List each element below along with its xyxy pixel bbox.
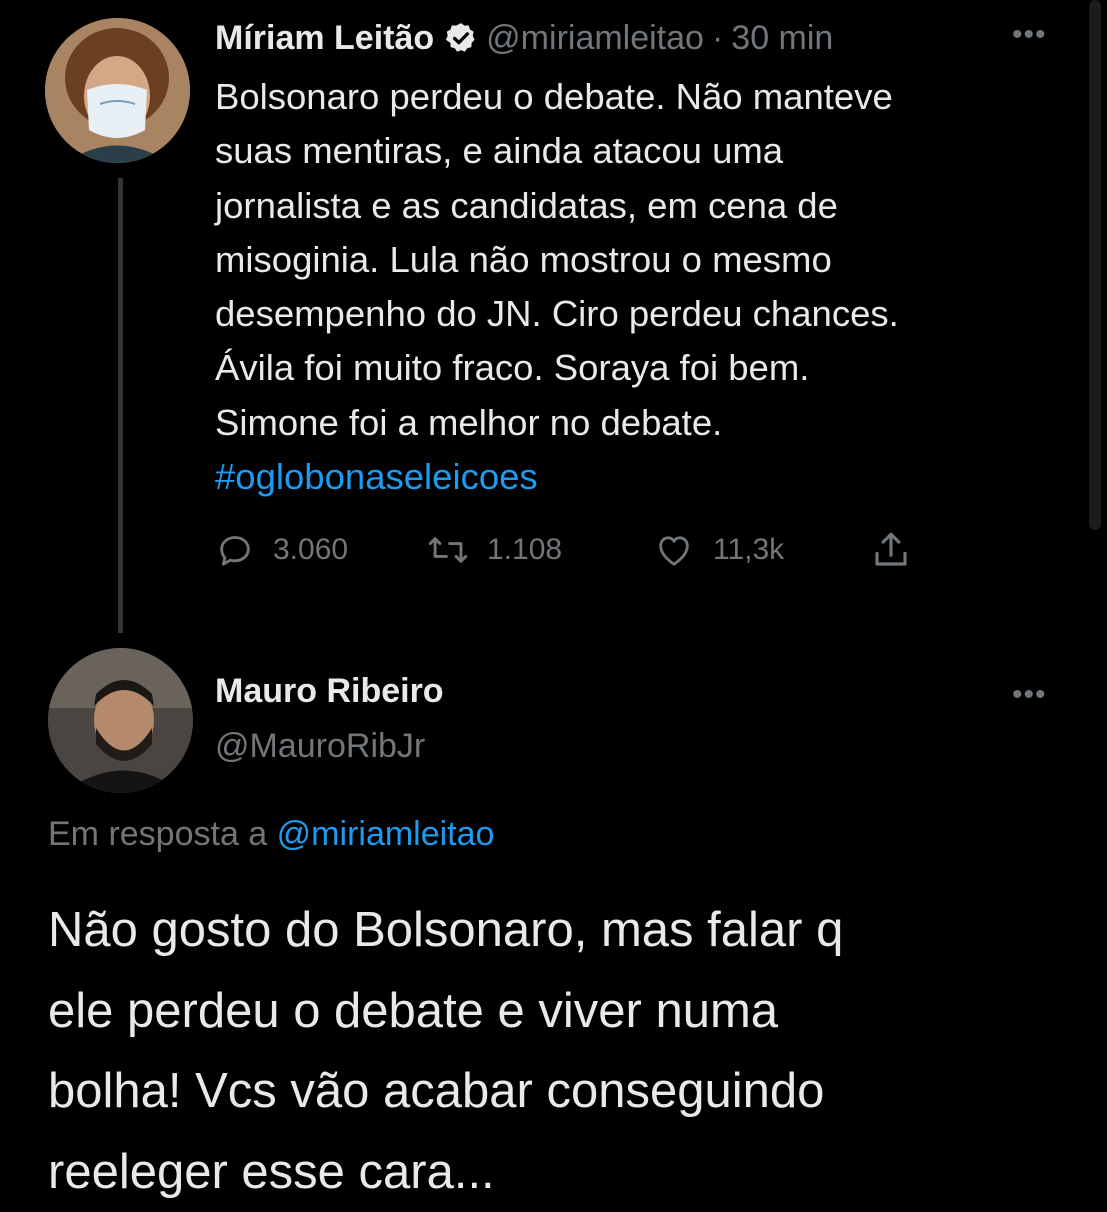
in-reply-to: Em resposta a @miriamleitao — [48, 815, 494, 854]
scrollbar[interactable] — [1089, 0, 1101, 530]
share-button[interactable] — [870, 525, 912, 575]
reply-text: Não gosto do Bolsonaro, mas falar q ele … — [48, 890, 1088, 1212]
avatar-mauro-image — [48, 648, 193, 793]
in-reply-prefix: Em resposta a — [48, 815, 267, 853]
reply-line: Não gosto do Bolsonaro, mas falar q — [48, 890, 1088, 971]
like-button[interactable]: 11,3k — [653, 525, 784, 575]
timestamp[interactable]: 30 min — [731, 19, 833, 58]
avatar-miriam[interactable] — [45, 18, 190, 163]
reply-author-name[interactable]: Mauro Ribeiro — [215, 672, 444, 711]
tweet-line: desempenho do JN. Ciro perdeu chances. — [215, 287, 1075, 341]
verified-badge-icon — [444, 21, 478, 55]
author-name[interactable]: Míriam Leitão — [215, 19, 434, 58]
tweet-line: Simone foi a melhor no debate. — [215, 396, 1075, 450]
hashtag-link[interactable]: #oglobonaseleicoes — [215, 450, 1075, 504]
tweet-actions: 3.060 1.108 11,3k — [215, 525, 935, 575]
reply-count: 3.060 — [273, 533, 348, 567]
avatar-miriam-image — [45, 18, 190, 163]
reply-line: ele perdeu o debate e viver numa — [48, 971, 1088, 1052]
reply-button[interactable]: 3.060 — [215, 525, 348, 575]
thread-line — [118, 178, 123, 633]
share-icon — [870, 528, 912, 572]
reply-icon — [215, 530, 255, 570]
author-handle[interactable]: @miriamleitao — [486, 19, 704, 58]
retweet-count: 1.108 — [487, 533, 562, 567]
tweet-line: Bolsonaro perdeu o debate. Não manteve — [215, 70, 1075, 124]
more-icon[interactable]: ••• — [1012, 678, 1047, 712]
reply-line: bolha! Vcs vão acabar conseguindo — [48, 1051, 1088, 1132]
more-icon[interactable]: ••• — [1012, 18, 1047, 52]
retweet-button[interactable]: 1.108 — [427, 525, 562, 575]
separator-dot: · — [712, 19, 723, 58]
in-reply-mention[interactable]: @miriamleitao — [277, 815, 495, 853]
tweet-header: Míriam Leitão @miriamleitao · 30 min — [215, 14, 833, 62]
tweet-line: misoginia. Lula não mostrou o mesmo — [215, 233, 1075, 287]
like-icon — [653, 530, 695, 570]
tweet-line: jornalista e as candidatas, em cena de — [215, 179, 1075, 233]
tweet-line: suas mentiras, e ainda atacou uma — [215, 124, 1075, 178]
avatar-mauro[interactable] — [48, 648, 193, 793]
retweet-icon — [427, 530, 469, 570]
reply-author-handle[interactable]: @MauroRibJr — [215, 727, 425, 766]
tweet-text: Bolsonaro perdeu o debate. Não manteve s… — [215, 70, 1075, 504]
like-count: 11,3k — [713, 533, 784, 567]
tweet-line: Ávila foi muito fraco. Soraya foi bem. — [215, 341, 1075, 395]
